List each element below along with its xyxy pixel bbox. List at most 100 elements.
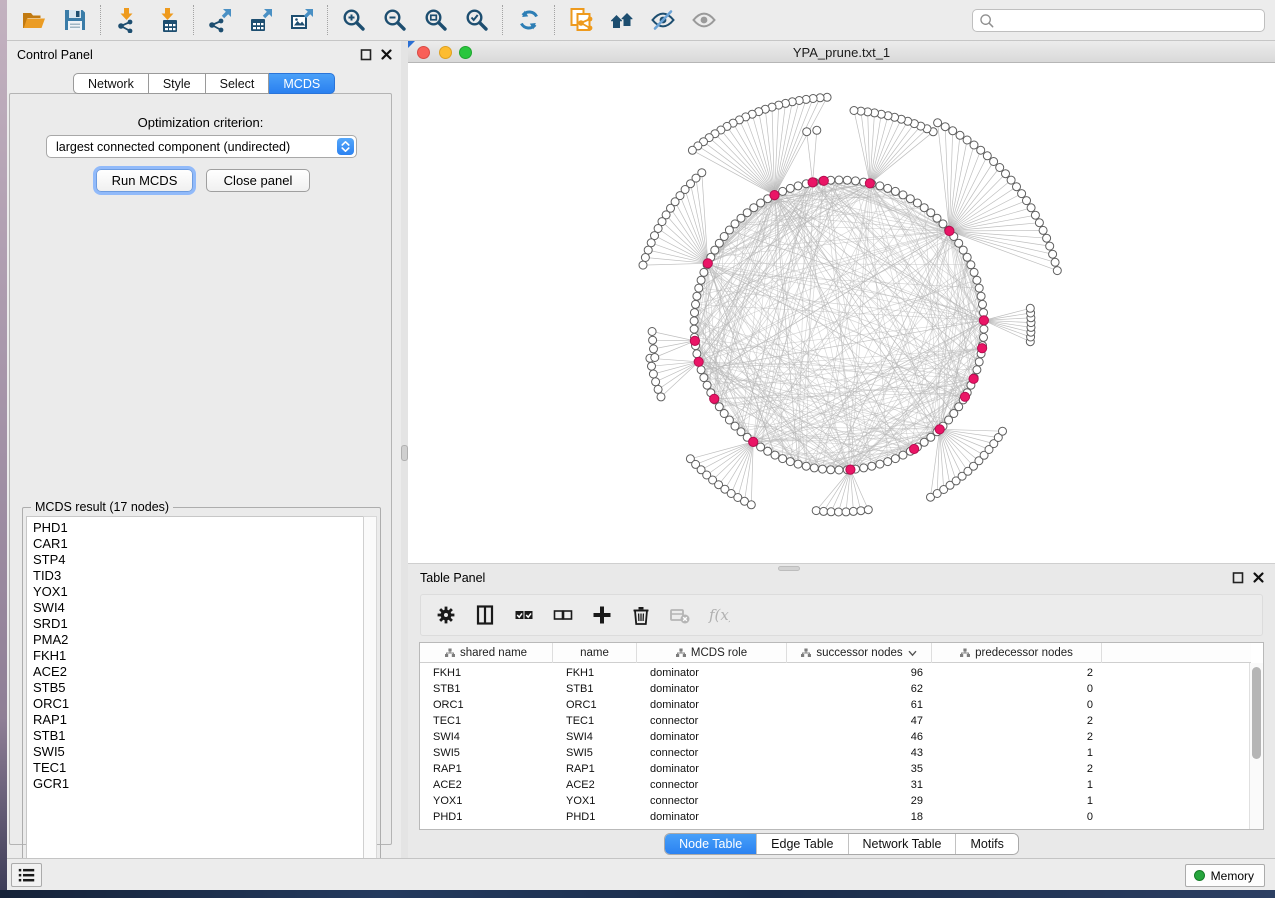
- hide-selected-icon[interactable]: [642, 3, 683, 37]
- import-table-icon[interactable]: [147, 3, 188, 37]
- column-header-shared-name[interactable]: shared name: [420, 643, 553, 663]
- tab-motifs[interactable]: Motifs: [955, 834, 1017, 854]
- mcds-result-node[interactable]: ACE2: [33, 664, 364, 680]
- tab-network-table[interactable]: Network Table: [848, 834, 956, 854]
- network-window-titlebar[interactable]: YPA_prune.txt_1: [408, 41, 1275, 63]
- mcds-result-node[interactable]: PHD1: [33, 520, 364, 536]
- export-table-icon[interactable]: [240, 3, 281, 37]
- add-icon[interactable]: [587, 600, 617, 630]
- mcds-result-node[interactable]: SWI5: [33, 744, 364, 760]
- close-table-panel-icon[interactable]: [1251, 570, 1265, 584]
- table-row[interactable]: TEC1TEC1connector472: [420, 713, 1251, 729]
- mcds-result-node[interactable]: STP4: [33, 552, 364, 568]
- mcds-result-node[interactable]: STB5: [33, 680, 364, 696]
- table-row[interactable]: ORC1ORC1dominator610: [420, 697, 1251, 713]
- close-panel-button[interactable]: Close panel: [206, 169, 310, 192]
- tab-select[interactable]: Select: [206, 73, 270, 94]
- tab-mcds[interactable]: MCDS: [269, 73, 335, 94]
- zoom-in-icon[interactable]: [333, 3, 374, 37]
- column-header-name[interactable]: name: [553, 643, 637, 663]
- cell-shared-name: FKH1: [420, 665, 553, 681]
- cell-shared-name: YOX1: [420, 793, 553, 809]
- import-network-icon[interactable]: [106, 3, 147, 37]
- table-row[interactable]: SWI4SWI4dominator462: [420, 729, 1251, 745]
- mcds-result-list[interactable]: PHD1CAR1STP4TID3YOX1SWI4SRD1PMA2FKH1ACE2…: [26, 516, 365, 874]
- close-panel-icon[interactable]: [379, 47, 393, 61]
- select-all-icon[interactable]: [509, 600, 539, 630]
- cell-shared-name: SWI4: [420, 729, 553, 745]
- zoom-fit-icon[interactable]: [415, 3, 456, 37]
- tab-network[interactable]: Network: [73, 73, 149, 94]
- table-panel-splitter-grip[interactable]: [778, 566, 800, 571]
- zoom-out-icon[interactable]: [374, 3, 415, 37]
- delete-icon[interactable]: [626, 600, 656, 630]
- refresh-icon[interactable]: [508, 3, 549, 37]
- columns-icon[interactable]: [470, 600, 500, 630]
- table-row[interactable]: ACE2ACE2connector311: [420, 777, 1251, 793]
- run-mcds-button[interactable]: Run MCDS: [96, 169, 193, 192]
- float-panel-icon[interactable]: [359, 47, 373, 61]
- search-input[interactable]: [972, 9, 1265, 32]
- panel-focus-corner: [408, 41, 415, 48]
- task-history-button[interactable]: [11, 863, 42, 887]
- mcds-result-node[interactable]: GCR1: [33, 776, 364, 792]
- mcds-result-node[interactable]: FKH1: [33, 648, 364, 664]
- node-table-header: shared namenameMCDS rolesuccessor nodesp…: [420, 643, 1251, 663]
- column-header-predecessor-nodes[interactable]: predecessor nodes: [932, 643, 1102, 663]
- cell-shared-name: TEC1: [420, 713, 553, 729]
- mcds-result-node[interactable]: SWI4: [33, 600, 364, 616]
- table-scrollbar-thumb[interactable]: [1252, 667, 1261, 759]
- column-header-successor-nodes[interactable]: successor nodes: [787, 643, 932, 663]
- mcds-result-node[interactable]: RAP1: [33, 712, 364, 728]
- mcds-result-node[interactable]: YOX1: [33, 584, 364, 600]
- table-row[interactable]: FKH1FKH1dominator962: [420, 665, 1251, 681]
- column-header-MCDS-role[interactable]: MCDS role: [637, 643, 787, 663]
- table-scrollbar-track[interactable]: [1249, 663, 1263, 829]
- cell-name: SWI4: [553, 729, 637, 745]
- cell-MCDS-role: connector: [637, 713, 787, 729]
- cell-MCDS-role: dominator: [637, 761, 787, 777]
- tab-node-table[interactable]: Node Table: [665, 834, 756, 854]
- cell-shared-name: ORC1: [420, 697, 553, 713]
- open-session-icon[interactable]: [13, 3, 54, 37]
- toolbar-separator: [193, 5, 194, 35]
- zoom-selected-icon[interactable]: [456, 3, 497, 37]
- mcds-result-node[interactable]: STB1: [33, 728, 364, 744]
- svg-text:f(x): f(x): [708, 606, 730, 624]
- cell-name: STB1: [553, 681, 637, 697]
- float-table-panel-icon[interactable]: [1231, 570, 1245, 584]
- table-row[interactable]: YOX1YOX1connector291: [420, 793, 1251, 809]
- mcds-result-scrollbar[interactable]: [363, 516, 377, 874]
- new-network-from-selection-icon[interactable]: [560, 3, 601, 37]
- cell-MCDS-role: dominator: [637, 729, 787, 745]
- search-icon: [979, 13, 994, 28]
- mcds-result-node[interactable]: TID3: [33, 568, 364, 584]
- mcds-result-node[interactable]: TEC1: [33, 760, 364, 776]
- vertical-splitter[interactable]: [401, 41, 408, 858]
- cell-predecessor-nodes: 1: [932, 793, 1102, 809]
- tab-style[interactable]: Style: [149, 73, 206, 94]
- save-session-icon[interactable]: [54, 3, 95, 37]
- mcds-result-node[interactable]: PMA2: [33, 632, 364, 648]
- cell-name: TEC1: [553, 713, 637, 729]
- mcds-result-node[interactable]: CAR1: [33, 536, 364, 552]
- mcds-result-group: MCDS result (17 nodes) PHD1CAR1STP4TID3Y…: [22, 507, 381, 879]
- mcds-result-node[interactable]: SRD1: [33, 616, 364, 632]
- network-canvas[interactable]: [408, 63, 1275, 563]
- tab-edge-table[interactable]: Edge Table: [756, 834, 847, 854]
- table-row[interactable]: STB1STB1dominator620: [420, 681, 1251, 697]
- mcds-result-node[interactable]: ORC1: [33, 696, 364, 712]
- memory-button[interactable]: Memory: [1185, 864, 1265, 887]
- export-network-icon[interactable]: [199, 3, 240, 37]
- table-row[interactable]: PHD1PHD1dominator180: [420, 809, 1251, 825]
- toolbar-separator: [554, 5, 555, 35]
- export-image-icon[interactable]: [281, 3, 322, 37]
- settings-icon[interactable]: [431, 600, 461, 630]
- first-neighbors-icon[interactable]: [601, 3, 642, 37]
- optimization-criterion-select[interactable]: largest connected component (undirected): [46, 135, 357, 158]
- splitter-grip[interactable]: [401, 445, 408, 461]
- deselect-all-icon[interactable]: [548, 600, 578, 630]
- memory-status-icon: [1194, 870, 1205, 881]
- table-row[interactable]: SWI5SWI5connector431: [420, 745, 1251, 761]
- table-row[interactable]: RAP1RAP1dominator352: [420, 761, 1251, 777]
